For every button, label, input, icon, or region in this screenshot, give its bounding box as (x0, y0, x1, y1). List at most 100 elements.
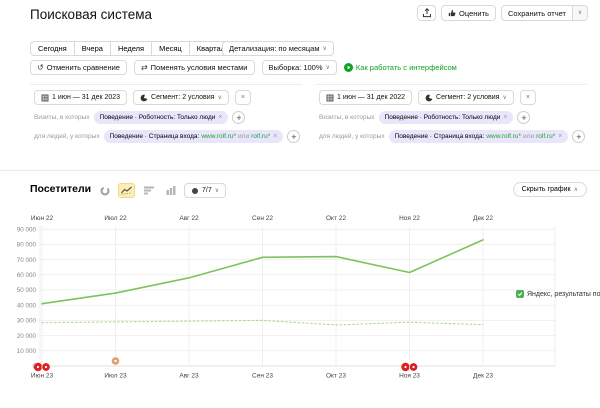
x-axis-top-tick: Июл 22 (104, 215, 127, 222)
donut-chart-button[interactable] (96, 183, 113, 198)
swap-label: Поменять условия местами (151, 63, 248, 72)
save-report-button[interactable]: Сохранить отчет (501, 5, 573, 21)
condition-domain: rolf.ru* (251, 133, 270, 140)
video-play-icon (344, 63, 353, 72)
plus-icon: + (576, 132, 581, 142)
annotation-marker[interactable] (112, 357, 120, 365)
close-icon: × (241, 94, 245, 101)
date-range-button[interactable]: 1 июн — 31 дек 2023 (34, 90, 127, 105)
x-axis-top-tick: Сен 22 (252, 215, 273, 222)
segment-dropdown[interactable]: Сегмент: 2 условия ∨ (418, 90, 514, 105)
condition-domain: www.rolf.ru* (201, 133, 236, 140)
chevron-down-icon: ∨ (326, 65, 330, 71)
people-condition-label: для людей, у которых (34, 133, 100, 140)
y-axis-tick: 20 000 (17, 333, 37, 340)
metrics-dropdown[interactable]: 7/7 ∨ (184, 183, 226, 198)
tab-label: Месяц (159, 44, 182, 53)
save-report-label: Сохранить отчет (508, 9, 566, 18)
people-condition-row: для людей, у которых Поведение · Страниц… (34, 130, 302, 143)
segment-dropdown[interactable]: Сегмент: 2 условия ∨ (133, 90, 229, 105)
condition-pill-robots[interactable]: Поведение · Роботность: Только люди × (379, 111, 514, 124)
y-axis-tick: 60 000 (17, 272, 37, 279)
compare-toolbar: ↺ Отменить сравнение ⇄ Поменять условия … (30, 60, 457, 75)
chart-legend-item[interactable]: Яндекс, результаты поиска (516, 290, 600, 298)
x-axis-bottom-tick: Окт 23 (326, 373, 346, 380)
segment-label: Сегмент: 2 условия (151, 94, 214, 101)
chevron-down-icon: ∨ (323, 46, 327, 52)
cancel-compare-label: Отменить сравнение (47, 63, 120, 72)
y-axis-tick: 10 000 (17, 348, 37, 355)
segment-label: Сегмент: 2 условия (436, 94, 499, 101)
help-link[interactable]: Как работать с интерфейсом (344, 63, 457, 72)
x-axis-bottom-tick: Июл 23 (104, 373, 127, 380)
chevron-down-icon: ∨ (502, 95, 506, 101)
detail-label: Детализация: по месяцам (229, 44, 320, 53)
sampling-label: Выборка: 100% (269, 63, 323, 72)
date-range-label: 1 июн — 31 дек 2023 (52, 94, 120, 101)
tab-label: Сегодня (38, 44, 67, 53)
x-axis-top-tick: Окт 22 (326, 215, 346, 222)
panel-controls: 1 июн — 31 дек 2023 Сегмент: 2 условия ∨… (34, 90, 302, 105)
plus-icon: + (291, 132, 296, 142)
remove-segment-button[interactable]: × (520, 90, 536, 105)
rate-button[interactable]: Оценить (441, 5, 496, 21)
sampling-dropdown[interactable]: Выборка: 100% ∨ (262, 60, 337, 75)
condition-pill-entry-page[interactable]: Поведение · Страница входа: www.rolf.ru*… (104, 130, 284, 143)
header-actions: Оценить Сохранить отчет ∨ (417, 5, 588, 21)
tab-month[interactable]: Месяц (152, 41, 190, 56)
y-axis-tick: 70 000 (17, 257, 37, 264)
line-chart-icon (121, 186, 132, 195)
line-chart-button[interactable] (118, 183, 135, 198)
date-range-label: 1 июн — 31 дек 2022 (337, 94, 405, 101)
people-condition-label: для людей, у которых (319, 133, 385, 140)
segment-panel-2023: 1 июн — 31 дек 2023 Сегмент: 2 условия ∨… (30, 84, 302, 148)
check-icon (517, 291, 523, 297)
add-condition-button[interactable]: + (572, 130, 585, 143)
calendar-icon (41, 94, 49, 102)
tab-label: Неделя (118, 44, 144, 53)
y-axis-tick: 80 000 (17, 242, 37, 249)
add-condition-button[interactable]: + (287, 130, 300, 143)
swap-conditions-button[interactable]: ⇄ Поменять условия местами (134, 60, 255, 75)
detail-dropdown[interactable]: Детализация: по месяцам ∨ (222, 41, 334, 56)
cancel-compare-button[interactable]: ↺ Отменить сравнение (30, 60, 127, 75)
remove-condition-icon[interactable]: × (503, 114, 507, 121)
x-axis-bottom-tick: Сен 23 (252, 373, 273, 380)
date-range-button[interactable]: 1 июн — 31 дек 2022 (319, 90, 412, 105)
share-button[interactable] (417, 5, 436, 21)
add-condition-button[interactable]: + (232, 111, 245, 124)
condition-domain: www.rolf.ru* (486, 133, 521, 140)
calendar-icon (326, 94, 334, 102)
save-report-caret-button[interactable]: ∨ (573, 5, 588, 21)
condition-text: Поведение · Роботность: Только люди (100, 114, 216, 121)
condition-pill-entry-page[interactable]: Поведение · Страница входа: www.rolf.ru*… (389, 130, 569, 143)
bar-rows-button[interactable] (140, 183, 157, 198)
remove-condition-icon[interactable]: × (218, 114, 222, 121)
remove-segment-button[interactable]: × (235, 90, 251, 105)
tab-today[interactable]: Сегодня (30, 41, 75, 56)
help-label: Как работать с интерфейсом (356, 63, 457, 72)
chevron-down-icon: ∨ (215, 188, 219, 194)
tab-yesterday[interactable]: Вчера (75, 41, 111, 56)
tab-week[interactable]: Неделя (111, 41, 152, 56)
share-icon (422, 8, 432, 18)
close-icon: × (526, 94, 530, 101)
condition-domain: rolf.ru* (536, 133, 555, 140)
column-chart-button[interactable] (162, 183, 179, 198)
x-axis-top-tick: Авг 22 (179, 215, 199, 222)
condition-pill-robots[interactable]: Поведение · Роботность: Только люди × (94, 111, 229, 124)
legend-label: Яндекс, результаты поиска (527, 291, 600, 298)
x-axis-top-tick: Дек 22 (473, 215, 493, 222)
x-axis-bottom-tick: Авг 23 (179, 373, 199, 380)
donut-chart-icon (100, 186, 110, 196)
add-condition-button[interactable]: + (517, 111, 530, 124)
visits-condition-label: Визиты, в которых (34, 114, 90, 121)
visits-condition-row: Визиты, в которых Поведение · Роботность… (319, 111, 587, 124)
remove-condition-icon[interactable]: × (273, 133, 277, 140)
chart-type-switcher: 7/7 ∨ (96, 183, 226, 198)
hide-chart-button[interactable]: Скрыть график ∧ (513, 182, 587, 197)
tab-label: Вчера (82, 44, 103, 53)
visits-condition-row: Визиты, в которых Поведение · Роботность… (34, 111, 302, 124)
legend-checkbox[interactable] (516, 290, 524, 298)
remove-condition-icon[interactable]: × (558, 133, 562, 140)
